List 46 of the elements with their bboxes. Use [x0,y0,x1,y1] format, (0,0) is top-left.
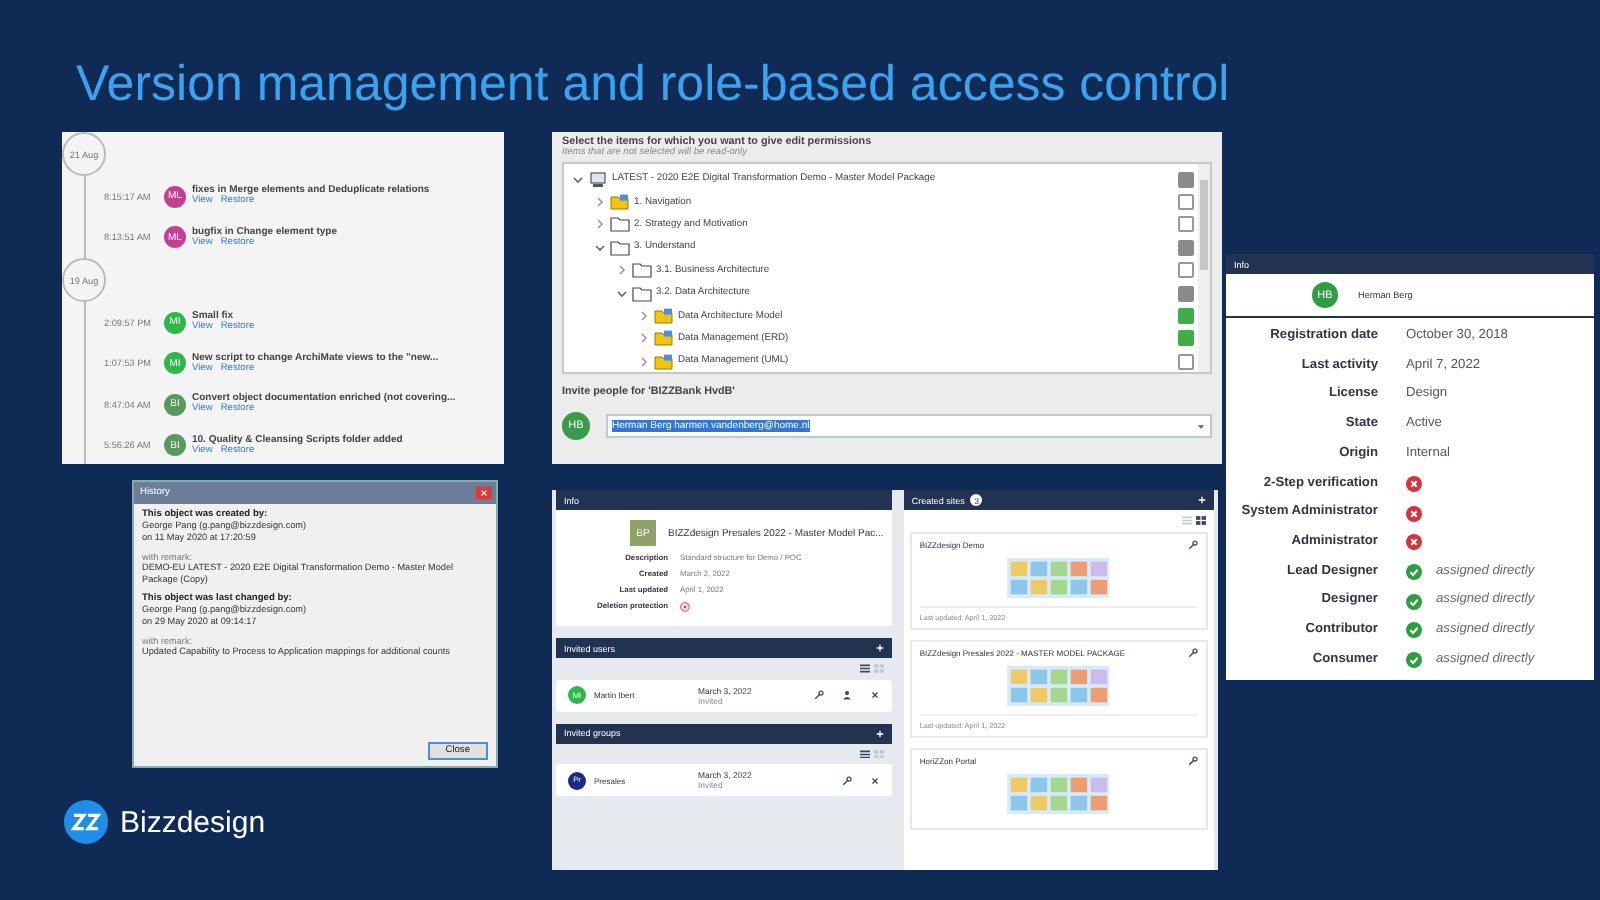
checkbox[interactable] [1178,239,1194,256]
close-icon[interactable] [869,690,880,700]
chevron-down-icon[interactable] [572,173,584,186]
checkbox[interactable] [1178,262,1194,279]
close-icon[interactable] [476,486,492,500]
scrollbar[interactable] [1198,164,1210,372]
checkbox[interactable] [1178,285,1194,302]
chevron-down-icon[interactable] [616,287,628,300]
chevron-right-icon[interactable] [638,310,650,323]
slide-title: Version management and role-based access control [76,56,1230,114]
checkbox[interactable] [1178,194,1194,211]
diagram-thumbnail-drawing [1006,665,1111,705]
checkbox[interactable] [1178,171,1194,188]
wrench-icon[interactable] [1188,755,1198,765]
checkbox[interactable] [1178,308,1194,325]
caret-icon[interactable] [1196,421,1206,431]
model-folder-icon [654,353,674,370]
wrench-icon[interactable] [813,690,824,700]
chevron-right-icon[interactable] [594,218,606,231]
plus-icon[interactable] [875,729,884,737]
checkbox[interactable] [1178,330,1194,347]
logo-wordmark: Bizzdesign [120,805,266,839]
diagram-thumbnail-drawing [1006,773,1111,813]
plus-icon[interactable] [1198,496,1206,504]
diagram-thumbnail-drawing [1006,557,1111,597]
grid-view-icon[interactable] [1196,516,1206,525]
person-icon[interactable] [841,690,852,700]
close-icon[interactable] [869,775,880,785]
list-view-icon[interactable] [859,664,870,673]
wrench-icon[interactable] [1188,539,1198,549]
list-view-icon[interactable] [859,749,870,758]
chevron-right-icon[interactable] [638,355,650,368]
plus-icon[interactable] [875,644,884,652]
model-folder-icon [610,194,630,211]
chevron-right-icon[interactable] [594,196,606,209]
chevron-down-icon[interactable] [594,241,606,254]
checkbox[interactable] [1178,216,1194,233]
model-folder-icon [654,308,674,325]
logo-icon [64,800,108,844]
checkbox[interactable] [1178,353,1194,370]
wrench-icon[interactable] [841,775,852,785]
wrench-icon[interactable] [1188,647,1198,657]
chevron-right-icon[interactable] [616,264,628,277]
package-icon [588,171,608,188]
chevron-right-icon[interactable] [638,332,650,345]
model-folder-icon [654,330,674,347]
